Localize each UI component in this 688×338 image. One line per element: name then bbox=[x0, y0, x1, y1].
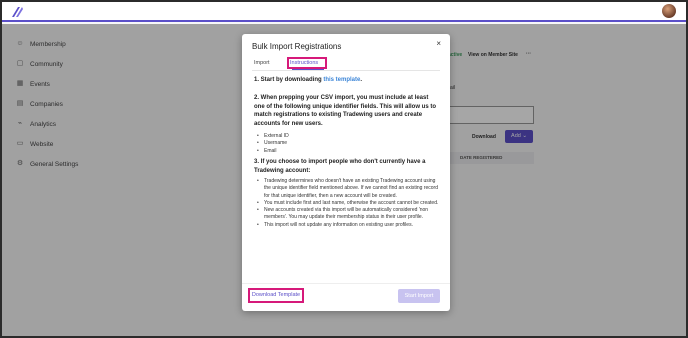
active-tab-indicator bbox=[292, 69, 324, 70]
step-3: 3. If you choose to import people who do… bbox=[254, 159, 426, 174]
list-item: You must include first and last name, ot… bbox=[257, 200, 440, 208]
bulk-import-modal: Bulk Import Registrations × Import Instr… bbox=[242, 34, 450, 311]
identifier-list: External ID Username Email bbox=[254, 133, 289, 155]
top-bar bbox=[2, 2, 686, 22]
step-1-suffix: . bbox=[360, 77, 363, 83]
modal-title: Bulk Import Registrations bbox=[252, 42, 342, 51]
tradewing-logo-icon[interactable] bbox=[10, 6, 24, 18]
step-1-text: 1. Start by downloading bbox=[254, 77, 324, 83]
user-avatar[interactable] bbox=[662, 4, 676, 18]
list-item: External ID bbox=[257, 133, 289, 141]
modal-tabs: Import Instructions bbox=[252, 57, 440, 71]
modal-footer: Download Template Start Import bbox=[242, 283, 450, 311]
step-1: 1. Start by downloading this template. bbox=[254, 76, 362, 85]
download-template-button[interactable]: Download Template bbox=[248, 288, 304, 303]
list-item: This import will not update any informat… bbox=[257, 222, 440, 230]
start-import-button[interactable]: Start Import bbox=[398, 289, 440, 303]
close-icon[interactable]: × bbox=[436, 39, 441, 48]
list-item: Email bbox=[257, 148, 289, 156]
list-item: New accounts created via this import wil… bbox=[257, 207, 440, 222]
tab-import[interactable]: Import bbox=[254, 60, 270, 66]
app-frame: ☺ Membership ▢ Community ▦ Events ▤ Comp… bbox=[2, 2, 686, 336]
tab-instructions[interactable]: Instructions bbox=[290, 60, 318, 66]
step-2: 2. When prepping your CSV import, you mu… bbox=[254, 95, 437, 127]
template-link[interactable]: this template bbox=[323, 77, 360, 83]
list-item: Username bbox=[257, 140, 289, 148]
notes-list: Tradewing determines who doesn't have an… bbox=[254, 178, 440, 229]
list-item: Tradewing determines who doesn't have an… bbox=[257, 178, 440, 200]
